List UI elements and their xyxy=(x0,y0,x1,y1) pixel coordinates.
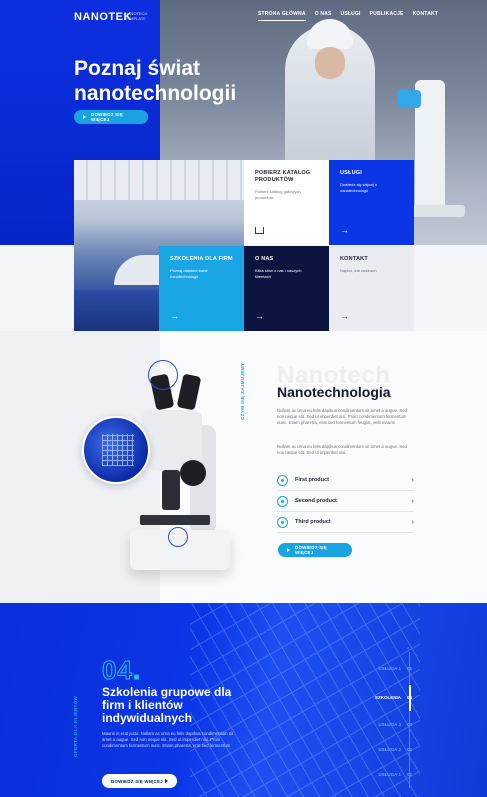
arrow-right-icon: → xyxy=(255,311,264,321)
product-item[interactable]: First product › xyxy=(277,470,414,491)
circuit-zoom-circle xyxy=(82,416,150,484)
tile-contact[interactable]: KONTAKT Napisz, lub zadzwoń → xyxy=(329,246,414,331)
download-icon xyxy=(255,227,264,234)
nav-item-contact[interactable]: KONTAKT xyxy=(413,11,438,21)
product-icon xyxy=(277,516,288,528)
product-icon xyxy=(277,495,288,507)
hero-title: Poznaj świat nanotechnologii xyxy=(74,57,237,105)
nav-item-home[interactable]: STRONA GŁÓWNA xyxy=(258,11,306,21)
nano-paragraph-1: Nullam ac urna eu felis dapibus condimen… xyxy=(277,408,407,425)
tile-title: SZKOLENIA DLA FIRM xyxy=(170,256,233,262)
main-nav: STRONA GŁÓWNA O NAS USŁUGI PUBLIKACJE KO… xyxy=(258,11,438,21)
tile-services[interactable]: USŁUGI Dowiedz się więcej o nanotechnolo… xyxy=(329,160,414,245)
tile-text: Poznaj ostatnie świat nanotechnologii xyxy=(170,268,208,279)
offer-button-label: DOWIEDZ SIĘ WIĘCEJ xyxy=(111,778,163,784)
logo[interactable]: NANOTEK xyxy=(74,11,132,23)
arrow-right-icon: → xyxy=(340,311,349,321)
offer-nav-item[interactable]: USŁUGA 3 03 xyxy=(378,722,412,727)
objective-highlight-circle xyxy=(168,527,188,547)
product-label: First product xyxy=(295,477,329,483)
tile-training[interactable]: SZKOLENIA DLA FIRM Poznaj ostatnie świat… xyxy=(159,246,244,331)
nav-item-about[interactable]: O NAS xyxy=(315,11,332,21)
product-item[interactable]: Third product › xyxy=(277,512,414,533)
nav-item-publications[interactable]: PUBLIKACJE xyxy=(370,11,404,21)
product-label: Third product xyxy=(295,519,331,525)
tile-catalog[interactable]: POBIERZ KATALOG PRODUKTÓW Pobierz katalo… xyxy=(244,160,329,245)
scientist-figure xyxy=(285,19,375,175)
hero-learn-more-button[interactable]: DOWIEDZ SIĘ WIĘCEJ xyxy=(74,110,148,124)
product-icon xyxy=(277,474,288,486)
offer-learn-more-button[interactable]: DOWIEDZ SIĘ WIĘCEJ xyxy=(102,774,177,788)
arrow-right-icon: → xyxy=(340,225,349,235)
feature-tiles: POBIERZ KATALOG PRODUKTÓW Pobierz katalo… xyxy=(74,160,414,331)
offer-text: Mauris in erat justo. Nullam ac urna eu … xyxy=(102,731,234,748)
tile-title: KONTAKT xyxy=(340,256,368,262)
offer-side-label: OFERTA DLA KLIENTÓW xyxy=(73,695,78,757)
nano-title: Nanotechnologia xyxy=(277,384,391,400)
tile-title: O NAS xyxy=(255,256,274,262)
play-icon xyxy=(165,779,168,783)
tile-text: Pobierz katalog gotowych produktów xyxy=(255,189,301,200)
product-item[interactable]: Second product › xyxy=(277,491,414,512)
offer-nav-item[interactable]: USŁUGA 2 02 xyxy=(378,747,412,752)
offer-title: Szkolenia grupowe dla firm i klientów in… xyxy=(102,685,232,725)
chevron-right-icon: › xyxy=(411,476,414,484)
nano-learn-more-button[interactable]: DOWIEDZ SIĘ WIĘCEJ xyxy=(278,543,352,557)
nav-item-services[interactable]: USŁUGI xyxy=(341,11,361,21)
offer-nav-item[interactable]: USŁUGA 1 01 xyxy=(378,772,412,777)
nano-paragraph-2: Nullam ac urna eu felis dapibus condimen… xyxy=(277,444,407,455)
tile-text: Kilka słów o nas i naszych klientach xyxy=(255,268,302,279)
offer-nav-item[interactable]: USŁUGA 1 01 xyxy=(378,666,412,671)
arrow-right-icon: → xyxy=(170,311,179,321)
offer-nav-track xyxy=(409,652,410,788)
hero-button-label: DOWIEDZ SIĘ WIĘCEJ xyxy=(91,112,123,122)
chevron-right-icon: › xyxy=(411,518,414,526)
nano-button-label: DOWIEDZ SIĘ WIĘCEJ xyxy=(295,545,327,555)
product-label: Second product xyxy=(295,498,337,504)
chevron-right-icon: › xyxy=(411,497,414,505)
product-list: First product › Second product › Third p… xyxy=(277,470,414,533)
tile-title: POBIERZ KATALOG PRODUKTÓW xyxy=(255,170,311,183)
play-icon xyxy=(83,115,86,119)
logo-tagline: NANOTECH TEMPLATE xyxy=(125,11,148,21)
tile-text: Dowiedz się więcej o nanotechnologii xyxy=(340,182,378,193)
tile-text: Napisz, lub zadzwoń xyxy=(340,268,377,273)
section-side-label: CZYM SIĘ ZAJMUJEMY xyxy=(240,362,245,420)
offer-nav-item-active[interactable]: SZKOLENIA 04 xyxy=(375,695,412,700)
offer-number: 04. xyxy=(102,655,142,686)
eyepiece-highlight-circle xyxy=(148,360,178,390)
tile-title: USŁUGI xyxy=(340,170,362,176)
tile-about[interactable]: O NAS Kilka słów o nas i naszych klienta… xyxy=(244,246,329,331)
play-icon xyxy=(287,548,290,552)
